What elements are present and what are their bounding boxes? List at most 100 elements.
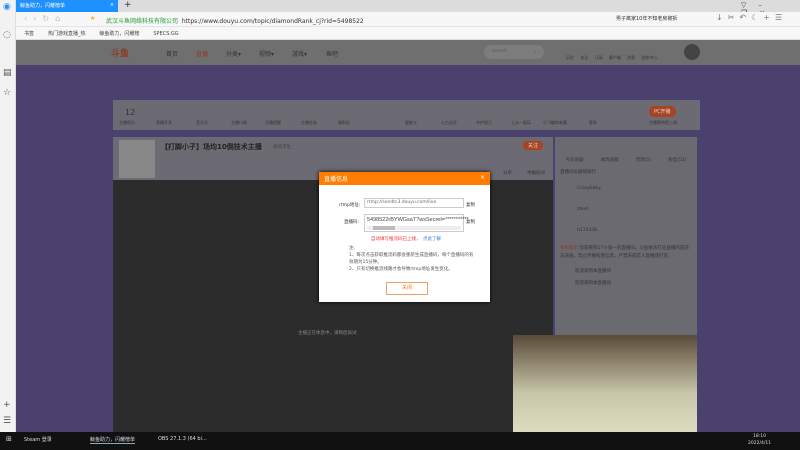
dialog-header: 直播信息 ×	[319, 172, 490, 185]
pc-broadcast-button[interactable]: PC开播	[649, 106, 676, 117]
tab-fans[interactable]: 粉丝(51)	[668, 157, 686, 163]
tab-bar: 鲸鱼助力，闪耀榜单× + ▽–❐×	[16, 0, 800, 17]
offline-text: 主播正在休息中，请稍后再试	[298, 331, 357, 336]
copy-rtmp-button[interactable]: 复制	[466, 202, 475, 208]
warn-text: 自动填写推流码已上线，	[371, 237, 421, 242]
tab-vip[interactable]: 贵宾(5)	[636, 157, 651, 163]
bookmark-item[interactable]: 热门游戏直播_热	[48, 31, 86, 37]
stream-info-dialog: 直播信息 × rtmp地址: rtmp://sendtc3.douyu.com/l…	[319, 172, 490, 302]
key-label: 直播码:	[344, 220, 360, 225]
key-field[interactable]: 5498522rBYWGsaT?wsSecret=***********	[364, 214, 469, 232]
tab-today[interactable]: 今日贡献	[566, 157, 584, 163]
bookmark-item[interactable]: 书签	[24, 31, 34, 37]
time: 18:10	[753, 434, 767, 439]
book-icon[interactable]: ▤	[3, 68, 12, 78]
url-text: https://www.douyu.com/topic/diamondRank_…	[181, 18, 364, 25]
news-ticker[interactable]: 男子离家10年不知老房被拆	[616, 15, 677, 22]
tool-item[interactable]: 更多	[589, 120, 597, 126]
date: 2022/4/11	[748, 441, 772, 446]
nav-video[interactable]: 视频▾	[259, 49, 274, 58]
anchor-toolbar: 12 主播积分 直播开关 音乐台 主播口袋 开播提醒 主播任务 福利社 星推卡 …	[113, 100, 700, 130]
copy-key-button[interactable]: 复制	[466, 219, 475, 225]
nav-category[interactable]: 分类▾	[226, 49, 241, 58]
follow-link[interactable]: 关注	[580, 55, 588, 60]
anchor-level: 12	[125, 108, 136, 117]
close-icon[interactable]: ×	[480, 174, 485, 181]
nav-live[interactable]: 直播	[196, 49, 208, 58]
tool-item[interactable]: 小飞碟你来猜	[543, 120, 567, 126]
tab-week[interactable]: 本周贡献	[601, 157, 619, 163]
browser-sidebar: ◉ ◌ ▤ ☆ + ☰	[0, 0, 16, 432]
tool-item[interactable]: 守护保卫	[476, 120, 492, 126]
start-icon[interactable]: ⊞	[6, 435, 12, 443]
scrollbar-thumb[interactable]	[373, 226, 395, 230]
bookmark-item[interactable]: SPECS.GG	[153, 31, 178, 37]
webcam-overlay	[513, 335, 697, 432]
tool-item[interactable]: 上水一起玩	[511, 120, 531, 126]
tool-item[interactable]: 主播任务	[301, 120, 317, 126]
room-title: 【打脚小子】场均10倒技术主播	[161, 143, 262, 151]
chat-message: 欢迎来到本直播间	[575, 269, 611, 274]
settings-icon[interactable]: ☰	[3, 416, 11, 426]
room-category[interactable]: 绝地求生	[273, 144, 291, 150]
rank-user[interactable]: ztesh	[555, 199, 697, 220]
add-icon[interactable]: +	[3, 400, 11, 410]
note-2: 2、只有切换推流线路才会导致rtmp地址发生变化。	[349, 267, 453, 272]
tool-item[interactable]: 星推卡	[405, 120, 417, 126]
star-icon[interactable]: ★	[90, 15, 95, 22]
address-bar: ‹›↻⌂ ★ 武汉斗鱼网络科技有限公司 https://www.douyu.co…	[16, 12, 800, 27]
new-tab-button[interactable]: +	[124, 0, 132, 10]
taskbar-app[interactable]: 鲸鱼助力，闪耀榜单	[90, 436, 136, 444]
clock[interactable]: 18:10 2022/4/11	[748, 433, 771, 447]
tool-item[interactable]: 主播口袋	[231, 120, 247, 126]
note-title: 注:	[349, 246, 356, 251]
share-button[interactable]: 分享	[503, 170, 512, 176]
header-icons[interactable]: 历史 关注 订阅 客户端 消息 创作中心	[566, 55, 657, 61]
rank-user[interactable]: h174338	[555, 220, 697, 241]
nav-yuba[interactable]: 鱼吧	[326, 49, 338, 58]
streamer-avatar[interactable]	[119, 140, 155, 178]
url-field[interactable]: 武汉斗鱼网络科技有限公司 https://www.douyu.com/topic…	[106, 16, 364, 25]
follow-button[interactable]: 关注	[523, 141, 544, 150]
avatar[interactable]	[684, 44, 700, 60]
learn-link[interactable]: 点此了解	[423, 236, 441, 242]
nav-buttons[interactable]: ‹›↻⌂	[24, 14, 66, 23]
key-value: 5498522rBYWGsaT?wsSecret=***********	[367, 217, 469, 223]
level-label: 主播积分	[119, 120, 135, 125]
browser-tools[interactable]: ↓✂↶☾+☰	[716, 13, 787, 22]
creator-link[interactable]: 创作中心	[641, 55, 657, 60]
tool-item[interactable]: 火力全开	[441, 120, 457, 126]
chat-message: 欢迎来到本直播间	[575, 281, 611, 286]
system-text: 欢迎来到17小鬼一的直播间。斗鱼依法打击直播内容违法违规，禁止传播有害信息，严禁…	[560, 246, 689, 259]
tool-item[interactable]: 直播开关	[156, 120, 172, 126]
rtmp-field[interactable]: rtmp://sendtc3.douyu.com/live	[364, 198, 464, 208]
chat-icon[interactable]: ◌	[3, 30, 11, 40]
star-icon[interactable]: ☆	[3, 88, 11, 98]
report-button[interactable]: 举报房间	[527, 170, 545, 176]
nav-home[interactable]: 首页	[166, 49, 178, 58]
nav-game[interactable]: 游戏▾	[292, 49, 307, 58]
tool-item[interactable]: 音乐台	[196, 120, 208, 126]
search-input[interactable]: search ⌕	[484, 45, 544, 59]
search-icon[interactable]: ⌕	[533, 49, 536, 55]
client-link[interactable]: 客户端	[609, 55, 621, 60]
tool-item[interactable]: 开播提醒	[265, 120, 281, 126]
close-button[interactable]: 关闭	[386, 282, 428, 295]
key-scrollbar[interactable]	[367, 226, 461, 230]
history-link[interactable]: 历史	[566, 55, 574, 60]
browser-tab[interactable]: 鲸鱼助力，闪耀榜单 ×	[16, 0, 118, 12]
tool-item[interactable]: 福利社	[338, 120, 350, 126]
taskbar-app[interactable]: Steam 登录	[24, 436, 52, 443]
close-tab-icon[interactable]: ×	[110, 2, 114, 8]
taskbar-app[interactable]: OBS 27.1.3 (64 bi...	[158, 436, 207, 442]
tab-title: 鲸鱼助力，闪耀榜单	[20, 3, 66, 9]
douyu-logo[interactable]: 斗鱼	[111, 46, 129, 59]
rank-title: 直播间贡献榜排行	[560, 170, 596, 175]
message-link[interactable]: 消息	[627, 55, 635, 60]
subscribe-link[interactable]: 订阅	[595, 55, 603, 60]
system-message: 系统提示:欢迎来到17小鬼一的直播间。斗鱼依法打击直播内容违法违规，禁止传播有害…	[555, 241, 697, 265]
site-header: 斗鱼 首页 直播 分类▾ 视频▾ 游戏▾ 鱼吧 search ⌕ 历史 关注 订…	[16, 40, 800, 65]
rank-user[interactable]: Crazybaby	[555, 178, 697, 199]
taskbar: ⊞ Steam 登录 鲸鱼助力，闪耀榜单 OBS 27.1.3 (64 bi..…	[0, 432, 800, 450]
bookmark-item[interactable]: 鲸鱼助力，闪耀榜	[99, 31, 139, 37]
